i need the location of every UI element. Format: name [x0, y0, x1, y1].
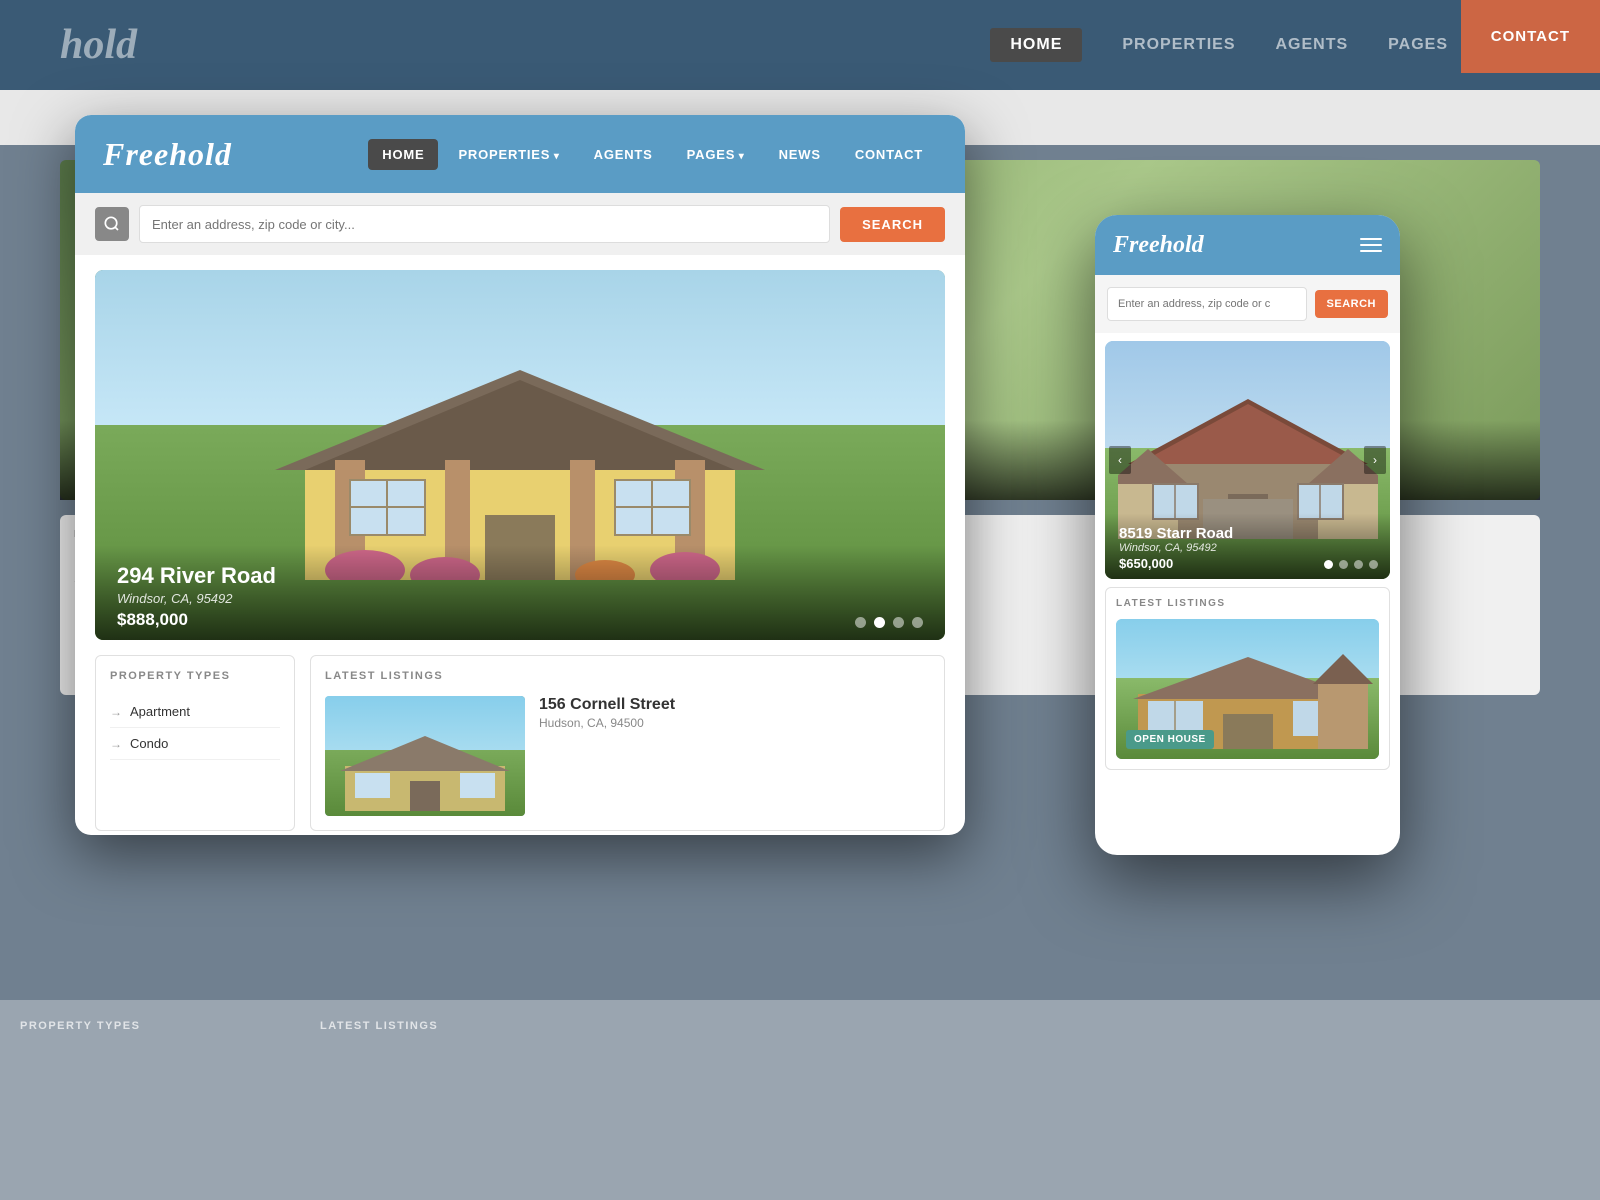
hamburger-line-3: [1360, 250, 1382, 252]
latest-listings-panel: LATEST LISTINGS 156 Corne: [310, 655, 945, 831]
property-types-title: PROPERTY TYPES: [110, 670, 280, 682]
prop-type-apartment-label: Apartment: [130, 704, 190, 719]
mobile-dot-2[interactable]: [1354, 560, 1363, 569]
carousel-dot-1[interactable]: [874, 617, 885, 628]
nav-contact[interactable]: CONTACT: [841, 139, 937, 170]
bg-bottom-right: LATEST LISTINGS: [300, 1000, 1600, 1200]
window-header: Freehold HOME PROPERTIES AGENTS PAGES NE…: [75, 115, 965, 193]
bg-bottom-prop-types-label: PROPERTY TYPES: [20, 1020, 280, 1032]
bg-contact-btn: CONTACT: [1461, 0, 1600, 73]
mobile-latest-listings: LATEST LISTINGS OPEN HOUSE: [1105, 587, 1390, 770]
property-types-panel: PROPERTY TYPES → Apartment → Condo: [95, 655, 295, 831]
prop-type-apartment[interactable]: → Apartment: [110, 696, 280, 728]
bg-nav-pages: PAGES: [1388, 36, 1448, 54]
search-icon: [104, 216, 120, 232]
open-house-badge: OPEN HOUSE: [1126, 730, 1214, 749]
mobile-latest-title: LATEST LISTINGS: [1116, 598, 1379, 609]
listing-house-svg: [335, 731, 515, 811]
arrow-icon: →: [110, 705, 122, 719]
carousel-dots: [855, 617, 923, 628]
nav-pages[interactable]: PAGES: [673, 139, 759, 170]
mobile-carousel-dots: [1324, 560, 1378, 569]
carousel-dot-2[interactable]: [893, 617, 904, 628]
bg-logo: hold: [60, 21, 137, 69]
mobile-logo: Freehold: [1113, 232, 1204, 259]
carousel-dot-0[interactable]: [855, 617, 866, 628]
mobile-search-button[interactable]: SEARCH: [1315, 290, 1388, 318]
mobile-dot-0[interactable]: [1324, 560, 1333, 569]
mobile-dot-3[interactable]: [1369, 560, 1378, 569]
mobile-hero-city: Windsor, CA, 95492: [1119, 542, 1376, 554]
window-nav[interactable]: HOME PROPERTIES AGENTS PAGES NEWS CONTAC…: [368, 139, 937, 170]
nav-properties[interactable]: PROPERTIES: [444, 139, 573, 170]
hamburger-line-1: [1360, 238, 1382, 240]
mobile-hero-carousel: ‹ › 8519 Starr Road Windsor, CA, 95492 $…: [1105, 341, 1390, 579]
hero-carousel: 294 River Road Windsor, CA, 95492 $888,0…: [95, 270, 945, 640]
arrow-icon-2: →: [110, 737, 122, 751]
window-search-bar: SEARCH: [75, 193, 965, 255]
search-input[interactable]: [139, 205, 830, 243]
bg-navbar: hold HOME PROPERTIES AGENTS PAGES NEWS C…: [0, 0, 1600, 90]
latest-listings-title: LATEST LISTINGS: [325, 670, 930, 682]
mobile-hero-overlay: 8519 Starr Road Windsor, CA, 95492 $650,…: [1105, 513, 1390, 579]
hamburger-menu[interactable]: [1360, 238, 1382, 252]
prop-type-condo-label: Condo: [130, 736, 168, 751]
mobile-header: Freehold: [1095, 215, 1400, 275]
mobile-search-input[interactable]: [1107, 287, 1307, 321]
listing-city: Hudson, CA, 94500: [539, 716, 930, 730]
listing-info: 156 Cornell Street Hudson, CA, 94500: [539, 696, 930, 730]
nav-agents[interactable]: AGENTS: [580, 139, 667, 170]
prop-type-condo[interactable]: → Condo: [110, 728, 280, 760]
window-logo: Freehold: [103, 136, 232, 173]
mobile-listing-thumbnail: OPEN HOUSE: [1116, 619, 1379, 759]
bg-bottom-left: PROPERTY TYPES: [0, 1000, 300, 1200]
nav-news[interactable]: NEWS: [765, 139, 835, 170]
bg-nav-items: HOME PROPERTIES AGENTS PAGES NEWS: [990, 28, 1540, 62]
bg-bottom-strip: PROPERTY TYPES LATEST LISTINGS: [0, 1000, 1600, 1200]
search-icon-button[interactable]: [95, 207, 129, 241]
listing-preview: 156 Cornell Street Hudson, CA, 94500: [325, 696, 930, 816]
mobile-window: Freehold SEARCH: [1095, 215, 1400, 855]
bg-nav-properties: PROPERTIES: [1122, 36, 1235, 54]
listing-thumbnail: [325, 696, 525, 816]
mobile-dot-1[interactable]: [1339, 560, 1348, 569]
bg-bottom-latest-label: LATEST LISTINGS: [320, 1020, 1580, 1032]
mobile-search-bar: SEARCH: [1095, 275, 1400, 333]
hero-overlay: 294 River Road Windsor, CA, 95492 $888,0…: [95, 545, 945, 640]
carousel-dot-3[interactable]: [912, 617, 923, 628]
hamburger-line-2: [1360, 244, 1382, 246]
hero-address: 294 River Road: [117, 563, 923, 589]
mobile-hero-address: 8519 Starr Road: [1119, 525, 1376, 542]
bg-nav-agents: AGENTS: [1276, 36, 1349, 54]
mobile-carousel-prev[interactable]: ‹: [1109, 446, 1131, 474]
listing-address: 156 Cornell Street: [539, 696, 930, 714]
hero-city: Windsor, CA, 95492: [117, 591, 923, 606]
window-bottom: PROPERTY TYPES → Apartment → Condo LATES…: [95, 655, 945, 831]
search-button[interactable]: SEARCH: [840, 207, 945, 242]
desktop-window: Freehold HOME PROPERTIES AGENTS PAGES NE…: [75, 115, 965, 835]
bg-nav-home: HOME: [990, 28, 1082, 62]
hero-price: $888,000: [117, 610, 923, 630]
nav-home[interactable]: HOME: [368, 139, 438, 170]
mobile-carousel-next[interactable]: ›: [1364, 446, 1386, 474]
